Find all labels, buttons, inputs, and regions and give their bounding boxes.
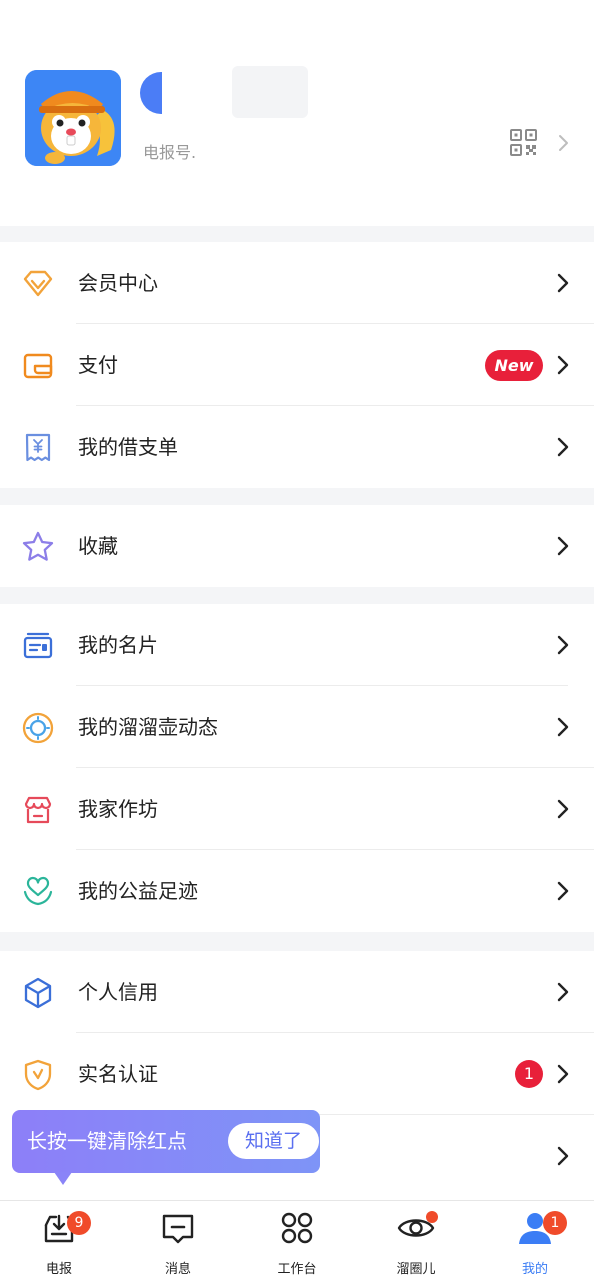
menu-item-credit[interactable]: 个人信用 xyxy=(0,951,594,1033)
menu-item-label: 我家作坊 xyxy=(78,797,158,821)
menu-item-label: 我的溜溜壶动态 xyxy=(78,715,218,739)
tab-label: 消息 xyxy=(164,1262,191,1277)
got-it-button[interactable]: 知道了 xyxy=(228,1123,319,1159)
chevron-right-icon xyxy=(557,881,569,901)
qr-code-icon[interactable] xyxy=(509,128,538,157)
account-label: 电报号. xyxy=(143,143,197,162)
menu-group-favorites: 收藏 xyxy=(0,505,594,587)
diamond-icon xyxy=(23,270,53,297)
chevron-right-icon xyxy=(557,1064,569,1084)
menu-item-business-card[interactable]: 我的名片 xyxy=(0,604,594,686)
menu-item-label: 个人信用 xyxy=(78,980,158,1004)
menu-item-vip-center[interactable]: 会员中心 xyxy=(0,242,594,324)
bottom-tab-bar: 9 电报 消息 工作台 溜圈儿 1 我的 xyxy=(0,1200,594,1280)
name-redacted xyxy=(140,72,162,114)
tab-label: 工作台 xyxy=(277,1262,317,1277)
menu-item-favorites[interactable]: 收藏 xyxy=(0,505,594,587)
heart-hands-icon xyxy=(23,876,53,906)
menu-item-workshop[interactable]: 我家作坊 xyxy=(0,768,594,850)
business-card-icon xyxy=(23,632,53,659)
chevron-right-icon xyxy=(557,717,569,737)
tooltip-arrow xyxy=(54,1172,72,1185)
menu-group-personal: 我的名片 我的溜溜壶动态 我家作坊 我的公益足迹 xyxy=(0,604,594,932)
menu-item-label: 实名认证 xyxy=(78,1062,158,1086)
clear-badges-tooltip: 长按一键清除红点 知道了 xyxy=(12,1110,320,1185)
tab-messages[interactable]: 消息 xyxy=(119,1201,237,1280)
star-icon xyxy=(22,531,54,561)
chevron-right-icon xyxy=(557,799,569,819)
chevron-right-icon xyxy=(557,1146,569,1166)
avatar[interactable] xyxy=(25,70,121,166)
profile-header[interactable]: 电报号. xyxy=(0,0,594,226)
menu-item-label: 收藏 xyxy=(78,534,118,558)
receipt-icon xyxy=(25,433,51,462)
chevron-right-icon xyxy=(557,982,569,1002)
shop-icon xyxy=(24,796,52,824)
name-blur xyxy=(232,66,308,118)
new-badge: New xyxy=(485,350,543,381)
tab-label: 电报 xyxy=(45,1262,72,1277)
menu-item-real-name-auth[interactable]: 实名认证 xyxy=(0,1033,594,1115)
menu-item-label: 会员中心 xyxy=(78,271,158,295)
chevron-right-icon xyxy=(559,135,568,151)
tooltip-text: 长按一键清除红点 xyxy=(27,1129,187,1153)
workbench-icon xyxy=(281,1212,313,1244)
chevron-right-icon xyxy=(557,273,569,293)
chevron-right-icon xyxy=(557,355,569,375)
notification-badge: 1 xyxy=(515,1060,543,1088)
tab-circle[interactable]: 溜圈儿 xyxy=(357,1201,475,1280)
tab-mine[interactable]: 1 我的 xyxy=(476,1201,594,1280)
tab-workbench[interactable]: 工作台 xyxy=(238,1201,356,1280)
wallet-icon xyxy=(23,353,53,379)
tab-badge: 1 xyxy=(543,1211,567,1235)
menu-item-label: 我的名片 xyxy=(78,633,158,657)
menu-item-label: 我的公益足迹 xyxy=(78,879,198,903)
message-icon xyxy=(162,1214,194,1244)
tab-label: 我的 xyxy=(521,1262,548,1277)
tab-badge: 9 xyxy=(67,1211,91,1235)
tab-telegram[interactable]: 9 电报 xyxy=(0,1201,118,1280)
menu-item-loan-slip[interactable]: 我的借支单 xyxy=(0,406,594,488)
menu-item-label: 我的借支单 xyxy=(78,435,178,459)
menu-item-moments[interactable]: 我的溜溜壶动态 xyxy=(0,686,594,768)
chevron-right-icon xyxy=(557,536,569,556)
cube-icon xyxy=(24,977,52,1009)
menu-item-charity[interactable]: 我的公益足迹 xyxy=(0,850,594,932)
tab-label: 溜圈儿 xyxy=(396,1262,436,1277)
sun-circle-icon xyxy=(22,712,54,744)
red-dot xyxy=(426,1211,438,1223)
shield-check-icon xyxy=(24,1059,52,1091)
chevron-right-icon xyxy=(557,437,569,457)
chevron-right-icon xyxy=(557,635,569,655)
squirrel-mascot-icon xyxy=(25,70,121,166)
menu-item-label: 支付 xyxy=(78,353,118,377)
